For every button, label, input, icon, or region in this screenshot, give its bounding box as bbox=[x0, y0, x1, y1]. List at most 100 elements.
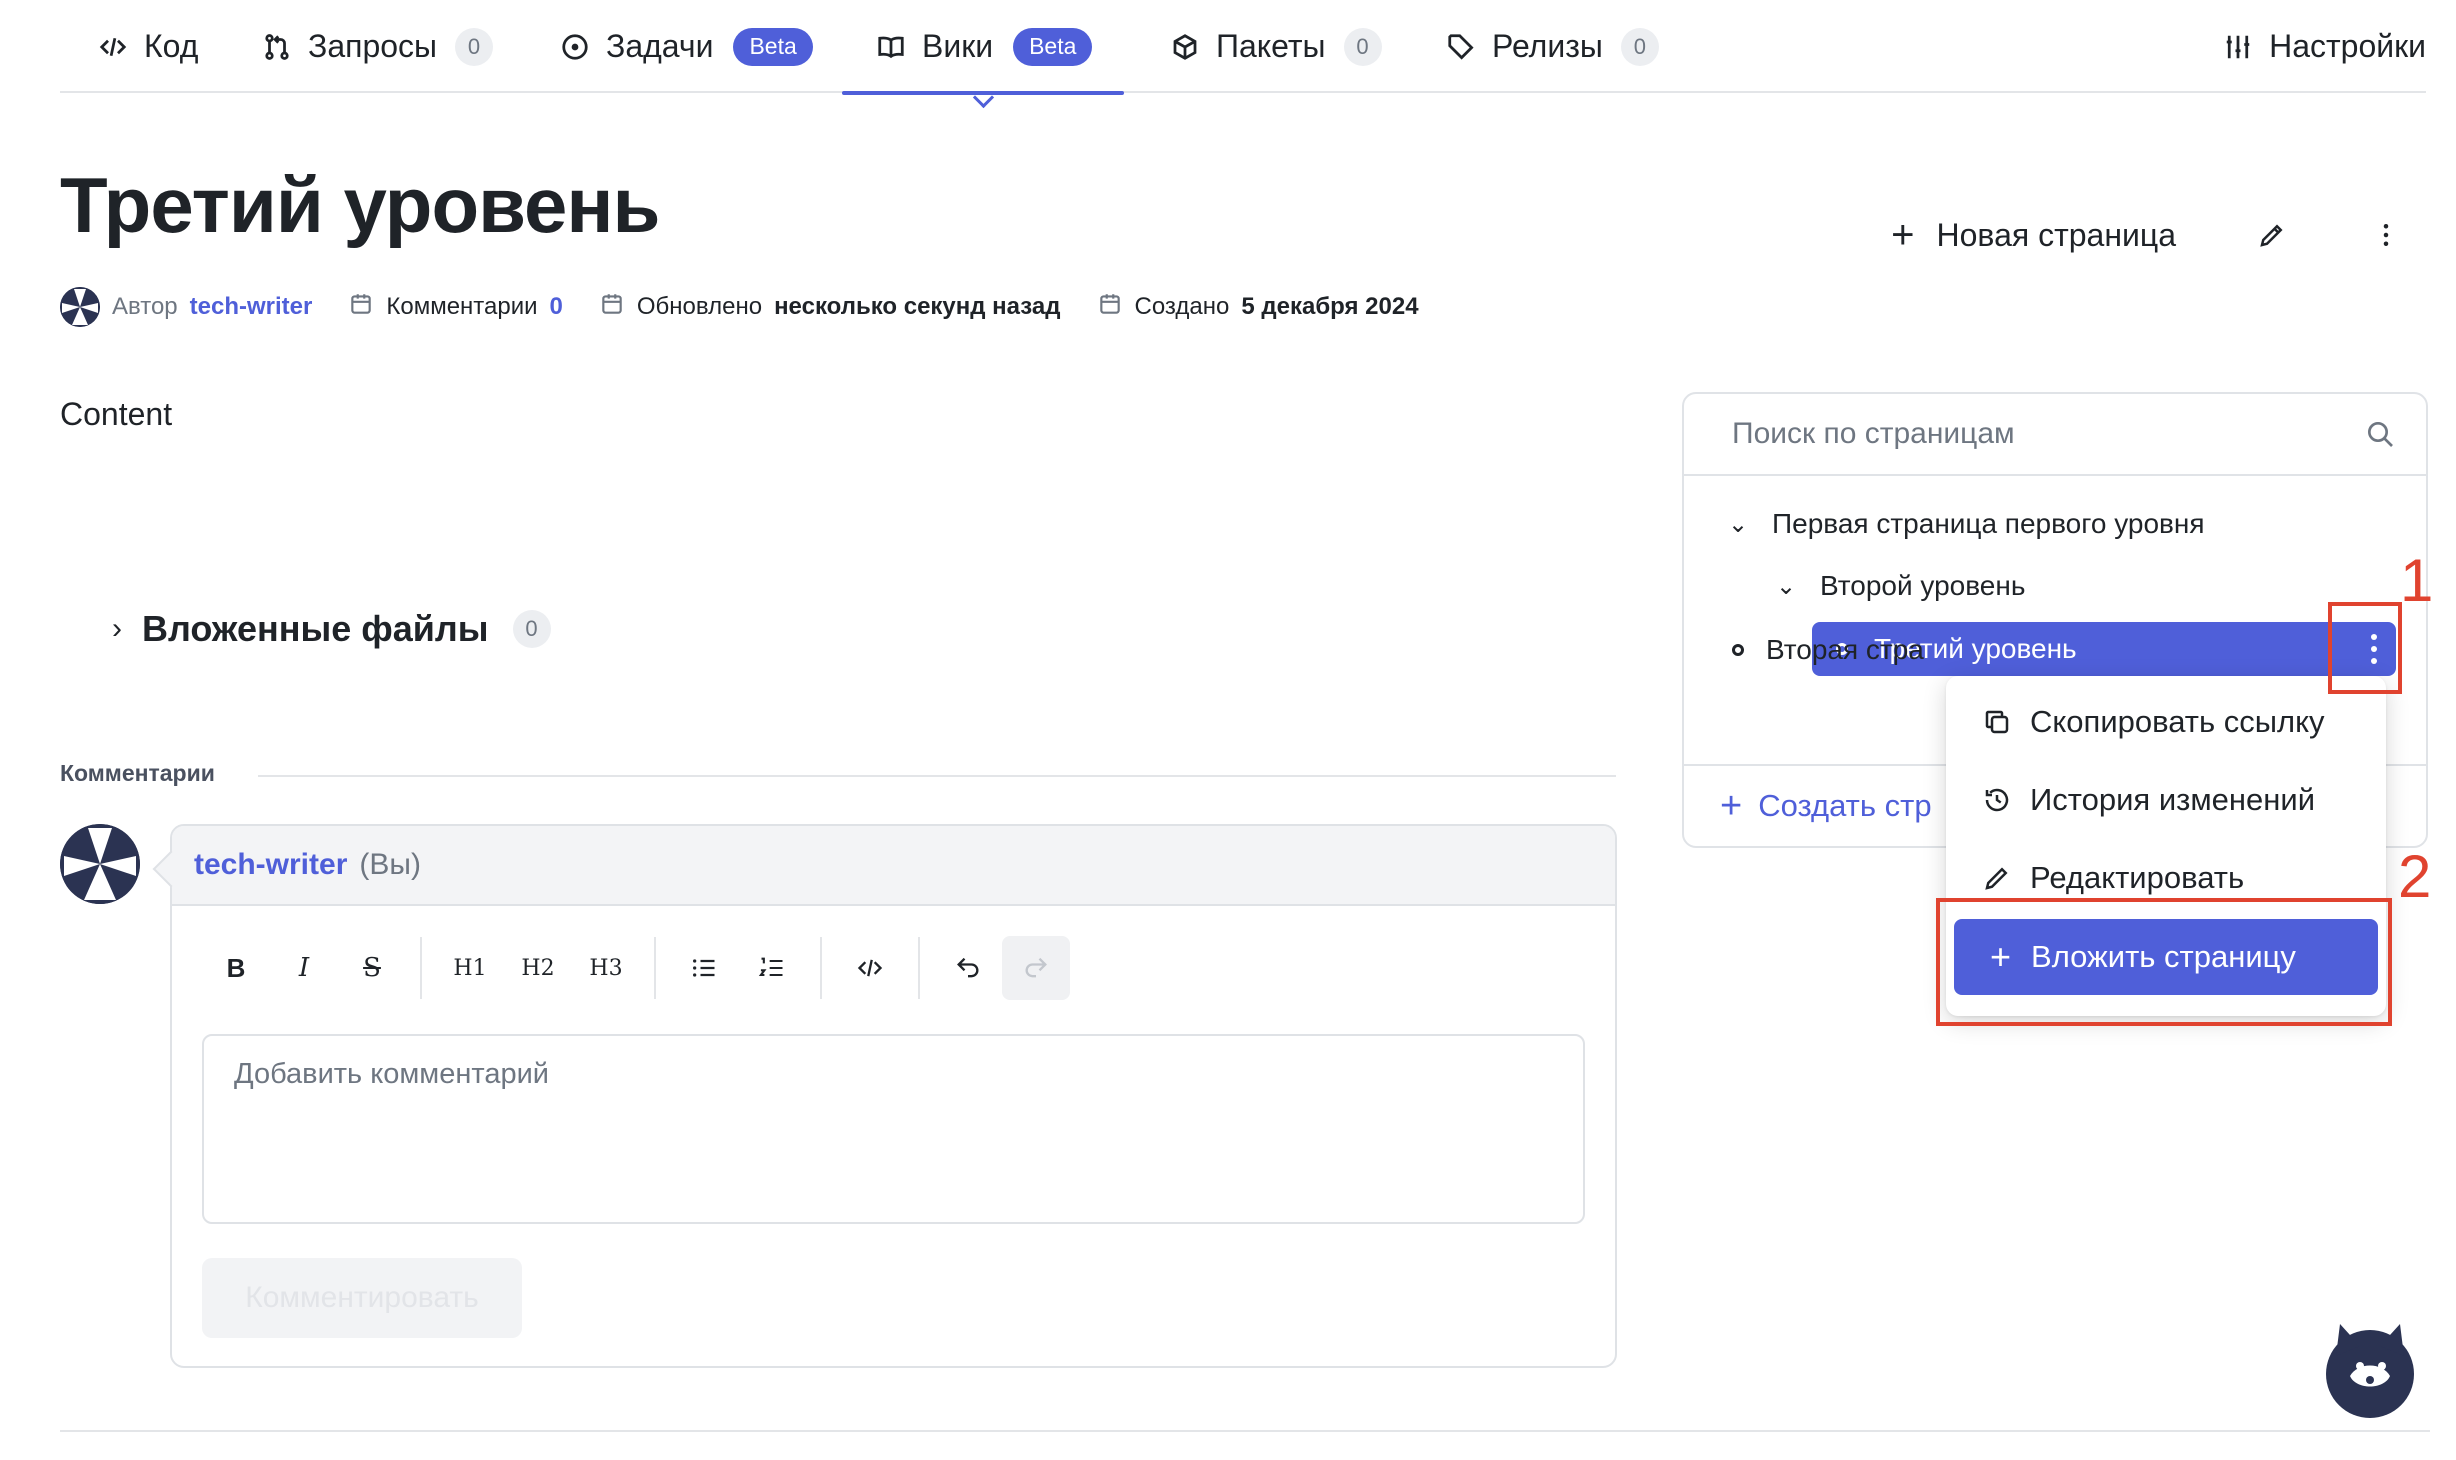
heading3-button[interactable]: H3 bbox=[572, 936, 640, 1000]
tab-requests[interactable]: Запросы 0 bbox=[260, 0, 494, 93]
pencil-icon bbox=[2260, 224, 2283, 247]
search-icon bbox=[2368, 422, 2393, 447]
comment-input[interactable]: Добавить комментарий bbox=[202, 1034, 1585, 1224]
tree-item-second-page[interactable]: Вторая стра bbox=[1732, 634, 1924, 666]
more-vertical-icon bbox=[2383, 224, 2389, 246]
callout-number-1: 1 bbox=[2400, 547, 2434, 614]
tree-item-label: Первая страница первого уровня bbox=[1772, 508, 2205, 539]
avatar bbox=[60, 287, 100, 327]
tab-packages[interactable]: Пакеты 0 bbox=[1168, 0, 1382, 93]
calendar-icon bbox=[599, 291, 625, 324]
menu-item-label: Редактировать bbox=[2030, 860, 2245, 895]
created-label: Создано bbox=[1134, 293, 1230, 320]
page-meta: Автор tech-writer Комментарии 0 Обновлен… bbox=[60, 287, 1419, 327]
menu-item-history[interactable]: История изменений bbox=[1982, 782, 2315, 818]
redo-icon bbox=[1025, 957, 1047, 978]
created-info: Создано 5 декабря 2024 bbox=[1097, 291, 1419, 324]
updated-label: Обновлено bbox=[636, 293, 763, 320]
italic-button[interactable]: I bbox=[270, 936, 338, 1000]
heading2-button[interactable]: H2 bbox=[504, 936, 572, 1000]
attachments-counter: 0 bbox=[512, 610, 551, 648]
bullet-list-button[interactable] bbox=[670, 936, 738, 1000]
calendar-icon bbox=[1097, 291, 1123, 324]
updated-info: Обновлено несколько секунд назад bbox=[599, 291, 1061, 324]
menu-item-label: Скопировать ссылку bbox=[2030, 704, 2325, 739]
wiki-beta-badge: Beta bbox=[1013, 27, 1093, 66]
calendar-icon bbox=[348, 291, 374, 324]
page-actions: + Новая страница bbox=[1891, 215, 2404, 255]
comment-editor: tech-writer (Вы) B I S H1 H2 H3 Добавить… bbox=[170, 824, 1617, 1368]
comments-info: Комментарии 0 bbox=[348, 291, 563, 324]
tab-settings[interactable]: Настройки bbox=[2221, 0, 2426, 93]
menu-item-copy-link[interactable]: Скопировать ссылку bbox=[1982, 704, 2325, 740]
ordered-list-button[interactable] bbox=[738, 936, 806, 1000]
new-page-label: Новая страница bbox=[1936, 216, 2176, 253]
sliders-icon bbox=[2221, 30, 2255, 64]
wiki-page: Код Запросы 0 Задачи Beta Вики Beta Паке… bbox=[0, 0, 2456, 1460]
pencil-icon bbox=[1985, 867, 2008, 890]
attachments-toggle[interactable]: › Вложенные файлы 0 bbox=[112, 608, 551, 650]
tab-code[interactable]: Код bbox=[96, 0, 198, 93]
callout-number-2: 2 bbox=[2398, 843, 2432, 910]
created-value: 5 декабря 2024 bbox=[1241, 293, 1419, 320]
tab-releases[interactable]: Релизы 0 bbox=[1444, 0, 1659, 93]
divider bbox=[60, 1430, 2430, 1432]
comment-submit-button[interactable]: Комментировать bbox=[202, 1258, 522, 1338]
page-more-button[interactable] bbox=[2368, 217, 2404, 253]
copy-icon bbox=[1985, 710, 2009, 734]
plus-icon: + bbox=[1720, 785, 1743, 827]
package-icon bbox=[1168, 30, 1202, 64]
requests-counter: 0 bbox=[455, 27, 494, 66]
tree-item-level1[interactable]: ⌄ Первая страница первого уровня bbox=[1726, 508, 2205, 540]
tab-issues[interactable]: Задачи Beta bbox=[558, 0, 813, 93]
code-button[interactable] bbox=[836, 936, 904, 1000]
chevron-down-icon: ⌄ bbox=[1775, 572, 1797, 600]
issue-icon bbox=[558, 30, 592, 64]
bullet-list-icon bbox=[693, 959, 715, 977]
tab-wiki[interactable]: Вики Beta bbox=[841, 0, 1125, 95]
tree-item-level2[interactable]: ⌄ Второй уровень bbox=[1774, 570, 2025, 602]
undo-icon bbox=[957, 957, 979, 978]
repo-tabs: Код Запросы 0 Задачи Beta Вики Beta Паке… bbox=[60, 0, 2426, 95]
tab-requests-label: Запросы bbox=[308, 28, 438, 64]
bold-button[interactable]: B bbox=[202, 936, 270, 1000]
mascot-icon[interactable] bbox=[2320, 1316, 2420, 1420]
redo-button[interactable] bbox=[1002, 936, 1070, 1000]
strikethrough-button[interactable]: S bbox=[338, 936, 406, 1000]
author-link[interactable]: tech-writer bbox=[190, 293, 313, 321]
toolbar-divider bbox=[654, 937, 656, 999]
editor-toolbar: B I S H1 H2 H3 bbox=[202, 936, 1070, 1000]
page-content: Content bbox=[60, 396, 173, 432]
tab-code-label: Код bbox=[144, 28, 199, 64]
tab-packages-label: Пакеты bbox=[1216, 28, 1326, 64]
chevron-right-icon: › bbox=[112, 612, 122, 645]
tree-item-label: Второй уровень bbox=[1820, 570, 2026, 601]
tree-item-label: Вторая стра bbox=[1766, 634, 1924, 665]
menu-item-label: История изменений bbox=[2030, 782, 2316, 817]
tag-icon bbox=[1444, 30, 1478, 64]
attachments-label: Вложенные файлы bbox=[142, 608, 489, 649]
comments-label: Комментарии bbox=[386, 293, 538, 320]
toolbar-divider bbox=[420, 937, 422, 999]
page-title: Третий уровень bbox=[60, 161, 660, 249]
comment-editor-header: tech-writer (Вы) bbox=[172, 826, 1615, 906]
circle-icon bbox=[1732, 644, 1744, 656]
avatar bbox=[60, 824, 140, 904]
comments-heading: Комментарии bbox=[60, 760, 215, 786]
ordered-list-icon bbox=[758, 957, 783, 977]
search-input[interactable]: Поиск по страницам bbox=[1732, 417, 2015, 451]
updated-value: несколько секунд назад bbox=[774, 293, 1061, 320]
pull-request-icon bbox=[260, 30, 294, 64]
plus-icon: + bbox=[1891, 213, 1915, 257]
comment-user[interactable]: tech-writer bbox=[194, 848, 347, 882]
heading1-button[interactable]: H1 bbox=[436, 936, 504, 1000]
author-label: Автор bbox=[112, 293, 178, 320]
releases-counter: 0 bbox=[1620, 27, 1659, 66]
packages-counter: 0 bbox=[1343, 27, 1382, 66]
menu-item-edit[interactable]: Редактировать bbox=[1982, 860, 2244, 896]
new-page-button[interactable]: + Новая страница bbox=[1891, 215, 2176, 255]
page-search[interactable]: Поиск по страницам bbox=[1684, 394, 2426, 476]
comments-count[interactable]: 0 bbox=[550, 293, 563, 321]
undo-button[interactable] bbox=[934, 936, 1002, 1000]
edit-page-button[interactable] bbox=[2254, 217, 2290, 253]
